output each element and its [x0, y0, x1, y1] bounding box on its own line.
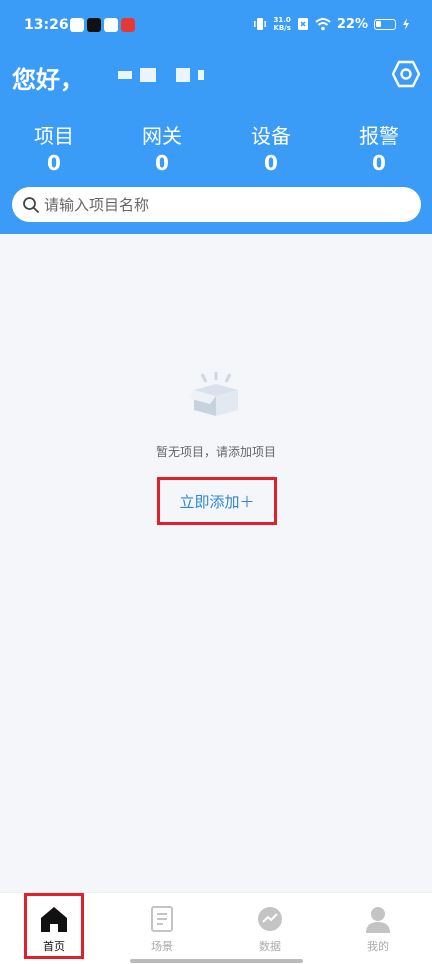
chart-icon: [258, 907, 282, 931]
sim-icon: [297, 18, 308, 30]
status-right: 31.0 KB/s 22%: [253, 16, 410, 32]
stat-label: 设备: [251, 124, 291, 148]
status-bar: 13:26 31.0 KB/s 22%: [0, 12, 432, 40]
stat-value: 0: [372, 151, 386, 175]
tab-label: 场景: [151, 940, 173, 953]
stat-value: 0: [155, 151, 169, 175]
app-notification-icon: [70, 18, 84, 32]
greeting-text: 您好，: [12, 66, 84, 94]
charging-icon: [403, 18, 409, 30]
tab-label: 首页: [43, 940, 65, 953]
stat-label: 网关: [142, 124, 182, 148]
app-notification-icon: [104, 18, 118, 32]
bottom-tab-bar: 首页 场景 数据 我的: [0, 892, 432, 964]
header: 13:26 31.0 KB/s 22% 您好， 项目 0 网关 0 设备 0 报…: [0, 0, 432, 234]
wifi-icon: [315, 18, 331, 31]
stat-alarms[interactable]: 报警 0: [339, 120, 419, 175]
stats-row: 项目 0 网关 0 设备 0 报警 0: [0, 120, 432, 180]
home-indicator: [130, 959, 303, 963]
username-redacted: [118, 68, 204, 82]
empty-box-icon: [188, 372, 238, 416]
stat-label: 报警: [359, 124, 399, 148]
speed-unit: KB/s: [273, 24, 291, 32]
speed-value: 31.0: [273, 16, 291, 24]
add-project-button[interactable]: 立即添加＋: [157, 477, 277, 525]
tab-home[interactable]: 首页: [24, 893, 84, 959]
empty-message: 暂无项目，请添加项目: [155, 445, 276, 459]
app-notification-icon: [121, 18, 135, 32]
tiktok-notification-icon: [87, 18, 101, 32]
battery-percent: 22%: [336, 16, 368, 32]
search-bar[interactable]: [12, 187, 421, 222]
tab-label: 数据: [259, 940, 281, 953]
search-input[interactable]: [44, 187, 414, 222]
person-icon: [366, 907, 390, 933]
stat-projects[interactable]: 项目 0: [14, 120, 94, 175]
status-time: 13:26: [24, 17, 69, 33]
settings-icon[interactable]: [392, 60, 420, 88]
tab-label: 我的: [367, 940, 389, 953]
stat-label: 项目: [34, 124, 74, 148]
vibrate-icon: [254, 18, 267, 30]
status-app-icons: [70, 18, 135, 32]
battery-icon: [374, 18, 396, 30]
network-speed: 31.0 KB/s: [273, 16, 290, 32]
stat-value: 0: [47, 151, 61, 175]
tab-data[interactable]: 数据: [240, 893, 300, 959]
document-icon: [151, 906, 173, 932]
tab-mine[interactable]: 我的: [348, 893, 408, 959]
stat-gateways[interactable]: 网关 0: [122, 120, 202, 175]
tab-scenes[interactable]: 场景: [132, 893, 192, 959]
home-icon: [41, 907, 67, 932]
stat-value: 0: [264, 151, 278, 175]
search-icon: [23, 197, 39, 213]
stat-devices[interactable]: 设备 0: [231, 120, 311, 175]
